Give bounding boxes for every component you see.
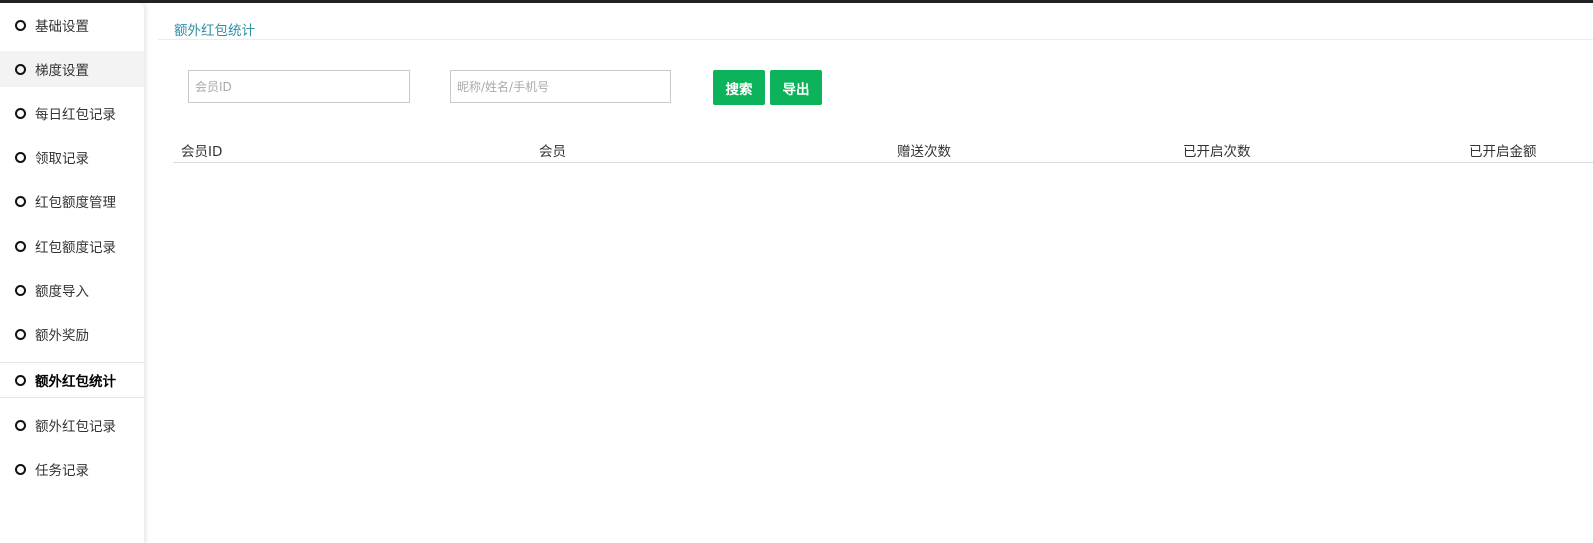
circle-icon [15, 420, 26, 431]
member-id-input[interactable] [188, 70, 410, 103]
sidebar-item-claim-records[interactable]: 领取记录 [0, 139, 144, 175]
circle-icon [15, 375, 26, 386]
sidebar-item-task-records[interactable]: 任务记录 [0, 451, 144, 487]
sidebar-item-label: 额度导入 [35, 284, 89, 300]
sidebar-item-label: 每日红包记录 [35, 107, 116, 123]
page-title[interactable]: 额外红包统计 [174, 19, 255, 39]
circle-icon [15, 196, 26, 207]
column-header-member: 会员 [539, 144, 566, 160]
sidebar-item-extra-redpacket-stats[interactable]: 额外红包统计 [0, 362, 144, 398]
sidebar: 基础设置 梯度设置 每日红包记录 领取记录 红包额度管理 红包额度记录 额度导入… [0, 3, 144, 543]
sidebar-item-quota-import[interactable]: 额度导入 [0, 272, 144, 308]
circle-icon [15, 464, 26, 475]
sidebar-item-daily-redpacket-records[interactable]: 每日红包记录 [0, 95, 144, 131]
circle-icon [15, 20, 26, 31]
sidebar-item-extra-redpacket-records[interactable]: 额外红包记录 [0, 407, 144, 443]
sidebar-item-label: 任务记录 [35, 463, 89, 479]
column-header-opened-amount: 已开启金额 [1469, 144, 1537, 160]
sidebar-item-quota-records[interactable]: 红包额度记录 [0, 228, 144, 264]
search-button[interactable]: 搜索 [713, 70, 765, 105]
sidebar-item-label: 红包额度记录 [35, 240, 116, 256]
sidebar-item-basic-settings[interactable]: 基础设置 [0, 7, 144, 43]
sidebar-item-label: 基础设置 [35, 19, 89, 35]
sidebar-item-extra-rewards[interactable]: 额外奖励 [0, 316, 144, 352]
table-header: 会员ID 会员 赠送次数 已开启次数 已开启金额 [173, 134, 1593, 163]
sidebar-item-label: 额外红包统计 [35, 374, 116, 390]
column-header-member-id: 会员ID [181, 144, 223, 160]
name-phone-input[interactable] [450, 70, 671, 103]
main-content: 额外红包统计 搜索 导出 会员ID 会员 赠送次数 已开启次数 已开启金额 [158, 3, 1593, 543]
sidebar-item-label: 梯度设置 [35, 63, 89, 79]
circle-icon [15, 108, 26, 119]
breadcrumb: 额外红包统计 [158, 3, 1593, 40]
sidebar-item-label: 红包额度管理 [35, 195, 116, 211]
circle-icon [15, 152, 26, 163]
sidebar-item-label: 额外奖励 [35, 328, 89, 344]
sidebar-item-quota-management[interactable]: 红包额度管理 [0, 183, 144, 219]
circle-icon [15, 285, 26, 296]
circle-icon [15, 241, 26, 252]
circle-icon [15, 64, 26, 75]
export-button[interactable]: 导出 [770, 70, 822, 105]
sidebar-item-gradient-settings[interactable]: 梯度设置 [0, 51, 144, 87]
circle-icon [15, 329, 26, 340]
sidebar-item-label: 领取记录 [35, 151, 89, 167]
column-header-gift-count: 赠送次数 [897, 144, 951, 160]
sidebar-item-label: 额外红包记录 [35, 419, 116, 435]
column-header-opened-count: 已开启次数 [1183, 144, 1251, 160]
